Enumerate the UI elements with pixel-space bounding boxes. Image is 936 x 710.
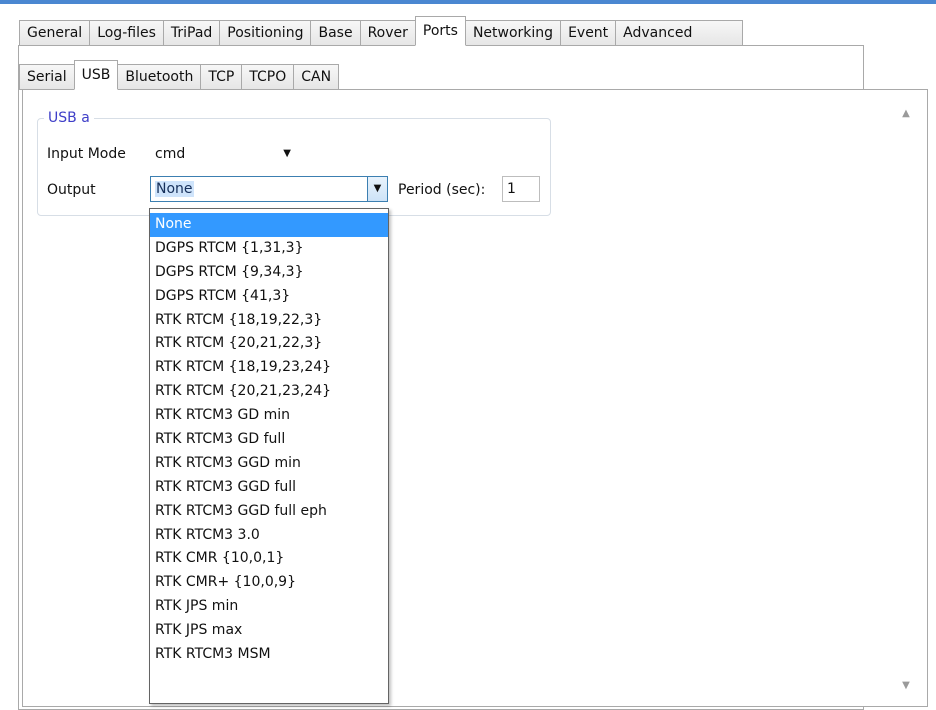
dropdown-option[interactable]: DGPS RTCM {1,31,3} (150, 237, 388, 261)
tab-general[interactable]: General (19, 20, 91, 46)
scroll-down-icon[interactable]: ▼ (897, 680, 915, 692)
dropdown-option[interactable]: RTK JPS max (150, 619, 388, 643)
tab-positioning[interactable]: Positioning (219, 20, 312, 46)
main-tab-bar: General Log-files TriPad Positioning Bas… (19, 16, 744, 46)
dropdown-option[interactable]: RTK RTCM3 GGD full eph (150, 500, 388, 524)
dropdown-option[interactable]: RTK RTCM3 GGD min (150, 452, 388, 476)
dropdown-option[interactable]: RTK RTCM3 GD full (150, 428, 388, 452)
period-input[interactable]: 1 (502, 176, 540, 202)
dropdown-option[interactable]: None (150, 213, 388, 237)
chevron-down-icon: ▼ (283, 148, 291, 159)
dropdown-option[interactable]: RTK CMR+ {10,0,9} (150, 571, 388, 595)
period-label: Period (sec): (398, 182, 486, 198)
output-label: Output (47, 182, 96, 198)
tab-networking[interactable]: Networking (464, 20, 562, 46)
tab-serial[interactable]: Serial (19, 64, 75, 90)
output-value: None (155, 181, 194, 197)
input-mode-value: cmd (155, 146, 186, 162)
ports-sub-tab-bar: Serial USB Bluetooth TCP TCPO CAN (19, 60, 340, 90)
dropdown-option[interactable]: RTK RTCM3 3.0 (150, 524, 388, 548)
input-mode-select[interactable]: cmd ▼ (150, 141, 300, 167)
dropdown-option[interactable]: RTK RTCM {20,21,23,24} (150, 380, 388, 404)
dropdown-option[interactable]: RTK CMR {10,0,1} (150, 547, 388, 571)
tab-event[interactable]: Event (560, 20, 617, 46)
dropdown-option[interactable]: RTK JPS min (150, 595, 388, 619)
window-top-border (0, 0, 936, 4)
chevron-down-icon[interactable]: ▼ (367, 177, 387, 201)
dropdown-option[interactable]: RTK RTCM {20,21,22,3} (150, 332, 388, 356)
usb-a-group-title: USB a (44, 110, 94, 126)
tab-base[interactable]: Base (310, 20, 361, 46)
tab-tcpo[interactable]: TCPO (241, 64, 295, 90)
dropdown-option[interactable]: RTK RTCM3 GD min (150, 404, 388, 428)
tab-ports[interactable]: Ports (414, 16, 466, 46)
scroll-up-icon[interactable]: ▲ (897, 108, 915, 120)
tab-log-files[interactable]: Log-files (89, 20, 164, 46)
tab-can[interactable]: CAN (293, 64, 340, 90)
dropdown-option[interactable]: DGPS RTCM {41,3} (150, 285, 388, 309)
tab-usb[interactable]: USB (73, 60, 119, 90)
dropdown-option[interactable]: RTK RTCM {18,19,23,24} (150, 356, 388, 380)
dropdown-option[interactable]: RTK RTCM3 GGD full (150, 476, 388, 500)
tab-rover[interactable]: Rover (359, 20, 416, 46)
dropdown-option[interactable]: RTK RTCM {18,19,22,3} (150, 309, 388, 333)
tab-bluetooth[interactable]: Bluetooth (117, 64, 202, 90)
tab-advanced[interactable]: Advanced (615, 20, 744, 46)
dropdown-option[interactable]: RTK RTCM3 MSM (150, 643, 388, 667)
output-dropdown-list: None DGPS RTCM {1,31,3} DGPS RTCM {9,34,… (149, 208, 389, 704)
tab-tripad[interactable]: TriPad (162, 20, 221, 46)
tab-tcp[interactable]: TCP (200, 64, 243, 90)
output-select[interactable]: None ▼ (150, 176, 388, 202)
dropdown-option[interactable]: DGPS RTCM {9,34,3} (150, 261, 388, 285)
input-mode-label: Input Mode (47, 146, 126, 162)
